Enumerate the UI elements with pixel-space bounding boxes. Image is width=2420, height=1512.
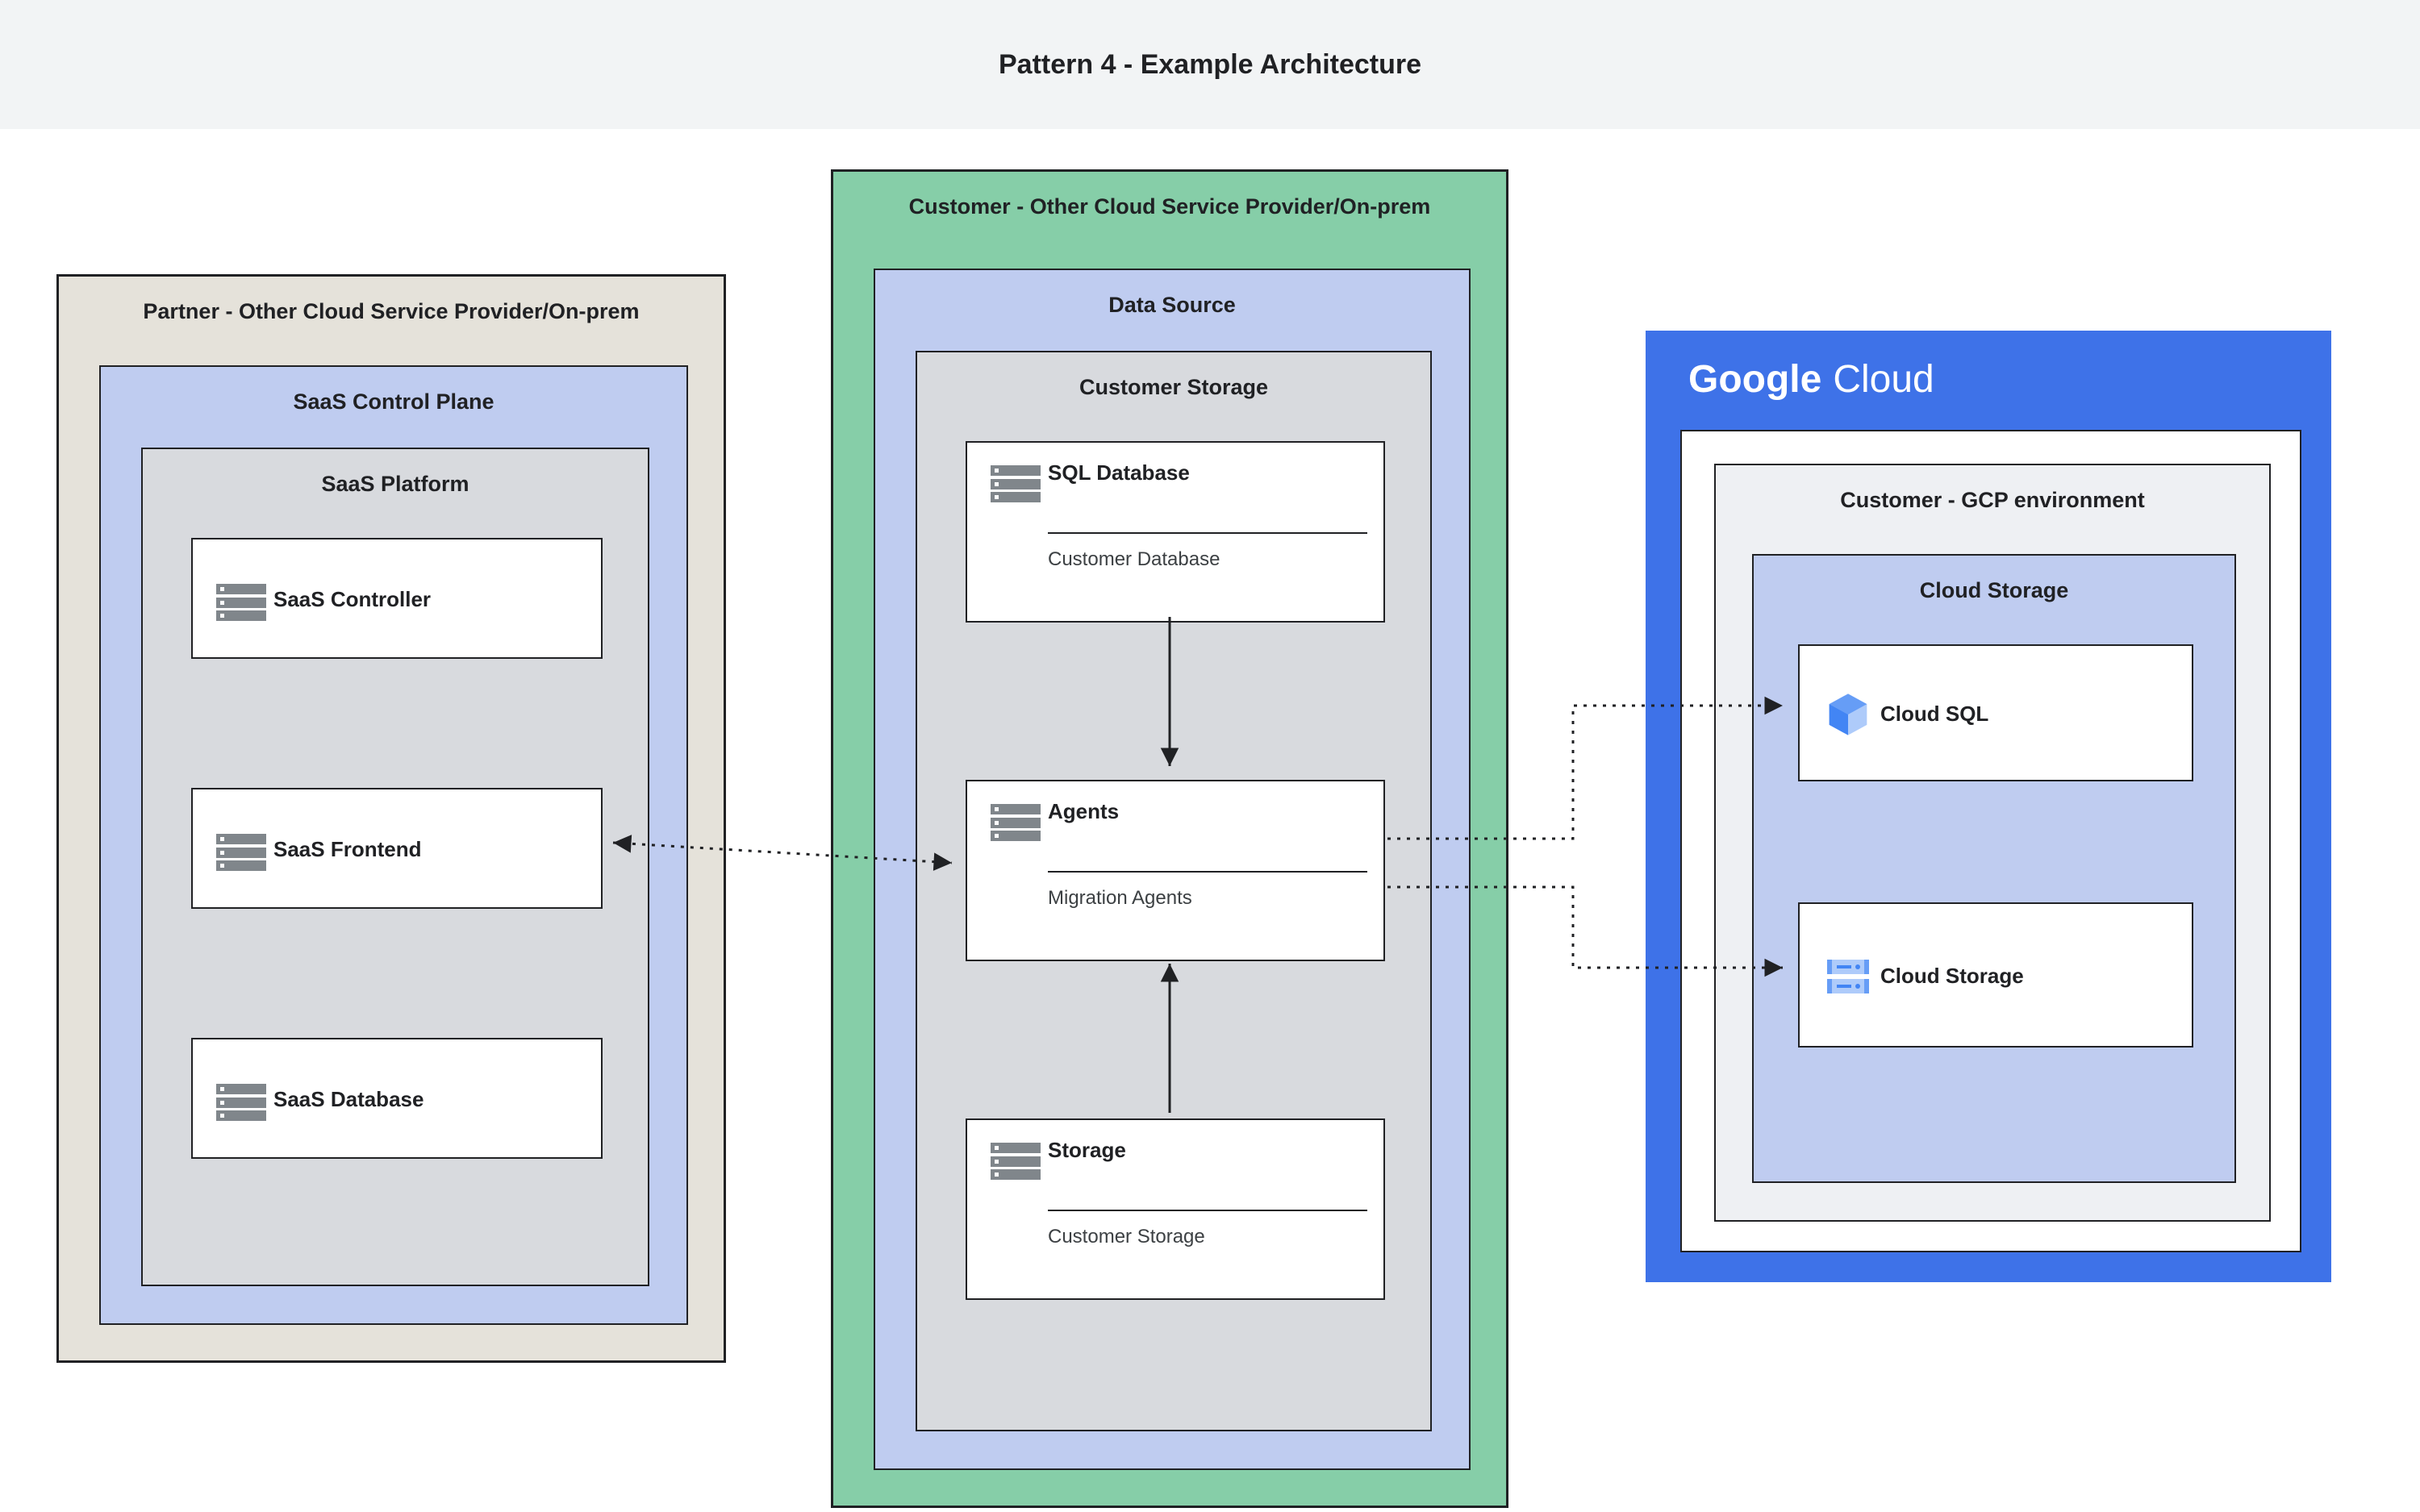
- sql-database-card: SQL Database Customer Database: [966, 441, 1385, 623]
- saas-control-plane-box: SaaS Control Plane SaaS Platform SaaS Co…: [99, 365, 688, 1325]
- storage-card: Storage Customer Storage: [966, 1118, 1385, 1300]
- partner-outer-box: Partner - Other Cloud Service Provider/O…: [56, 274, 726, 1363]
- divider: [1048, 871, 1367, 873]
- partner-title: Partner - Other Cloud Service Provider/O…: [59, 277, 724, 324]
- server-icon: [216, 1079, 266, 1121]
- server-icon: [216, 579, 266, 621]
- server-icon: [991, 1138, 1041, 1180]
- gcp-box: Google Cloud Customer - GCP environment …: [1646, 331, 2331, 1282]
- customer-other-title: Customer - Other Cloud Service Provider/…: [833, 172, 1506, 219]
- divider: [1048, 1210, 1367, 1211]
- sql-database-sub: Customer Database: [1048, 548, 1367, 571]
- cloud-storage-group-box: Cloud Storage: [1752, 554, 2236, 1183]
- gcp-white-box: Customer - GCP environment Cloud Storage: [1680, 430, 2301, 1252]
- server-icon: [991, 460, 1041, 502]
- cloud-storage-card: Cloud Storage: [1798, 902, 2193, 1048]
- storage-sub: Customer Storage: [1048, 1226, 1367, 1248]
- saas-controller-card: SaaS Controller: [191, 538, 603, 659]
- header-band: Pattern 4 - Example Architecture: [0, 0, 2420, 129]
- customer-gcp-env-box: Customer - GCP environment Cloud Storage: [1714, 464, 2271, 1222]
- saas-frontend-card: SaaS Frontend: [191, 788, 603, 909]
- data-source-box: Data Source Customer Storage SQL Databas…: [874, 269, 1471, 1470]
- saas-control-plane-title: SaaS Control Plane: [101, 367, 686, 414]
- saas-database-label: SaaS Database: [273, 1087, 585, 1112]
- agents-label: Agents: [1048, 799, 1367, 824]
- saas-database-card: SaaS Database: [191, 1038, 603, 1159]
- cloud-storage-icon: [1825, 956, 1871, 997]
- cloud-storage-group-title: Cloud Storage: [1754, 556, 2234, 603]
- cloud-word: Cloud: [1833, 357, 1934, 402]
- google-cloud-logo: Google Cloud: [1688, 357, 1934, 402]
- cloud-sql-card: Cloud SQL: [1798, 644, 2193, 781]
- cloud-sql-icon: [1825, 692, 1871, 737]
- saas-frontend-label: SaaS Frontend: [273, 837, 585, 862]
- saas-controller-label: SaaS Controller: [273, 587, 585, 612]
- storage-label: Storage: [1048, 1138, 1367, 1163]
- google-word: Google: [1688, 357, 1821, 402]
- data-source-title: Data Source: [875, 270, 1469, 318]
- customer-storage-box: Customer Storage SQL Database Customer D…: [916, 351, 1432, 1431]
- server-icon: [216, 829, 266, 871]
- server-icon: [991, 799, 1041, 841]
- sql-database-label: SQL Database: [1048, 460, 1367, 485]
- diagram-canvas: Partner - Other Cloud Service Provider/O…: [0, 129, 2420, 1512]
- cloud-storage-label: Cloud Storage: [1880, 964, 2026, 989]
- saas-platform-title: SaaS Platform: [143, 449, 648, 497]
- customer-storage-title: Customer Storage: [917, 352, 1430, 400]
- customer-other-box: Customer - Other Cloud Service Provider/…: [831, 169, 1508, 1508]
- divider: [1048, 532, 1367, 534]
- customer-gcp-env-title: Customer - GCP environment: [1716, 465, 2269, 513]
- agents-card: Agents Migration Agents: [966, 780, 1385, 961]
- agents-sub: Migration Agents: [1048, 887, 1367, 910]
- page-title: Pattern 4 - Example Architecture: [999, 49, 1421, 81]
- saas-platform-box: SaaS Platform SaaS Controller SaaS Front…: [141, 448, 649, 1286]
- cloud-sql-label: Cloud SQL: [1880, 702, 2176, 727]
